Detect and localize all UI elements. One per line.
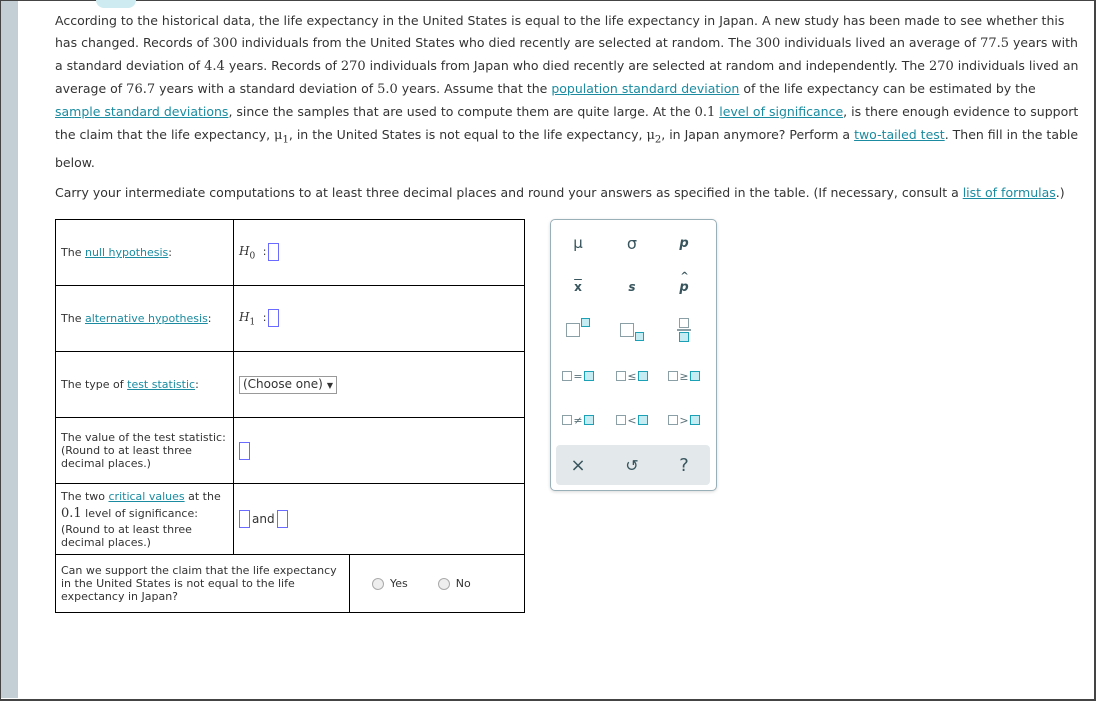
link-level-of-significance[interactable]: level of significance <box>719 104 843 119</box>
fraction-bar-icon <box>677 329 691 331</box>
link-test-statistic[interactable]: test statistic <box>127 378 195 391</box>
test-statistic-value-input[interactable] <box>239 441 250 460</box>
subscript-box-icon <box>635 331 644 341</box>
link-sample-standard-deviations[interactable]: sample standard deviations <box>55 104 228 119</box>
radio-no[interactable]: No <box>437 577 471 590</box>
test-statistic-select[interactable]: (Choose one) ▼ <box>239 375 337 394</box>
instructions-paragraph: Carry your intermediate computations to … <box>55 184 1065 200</box>
alternative-hypothesis-label: The alternative hypothesis: <box>55 285 234 352</box>
help-icon[interactable]: ? <box>664 451 704 479</box>
exponent-box-icon <box>581 317 590 327</box>
equals-button[interactable]: = <box>558 362 598 390</box>
test-statistic-type-cell: (Choose one) ▼ <box>233 351 525 418</box>
link-null-hypothesis[interactable]: null hypothesis <box>85 246 168 259</box>
conclusion-options: Yes No <box>350 555 524 612</box>
h1-symbol: H1 <box>239 310 256 328</box>
conclusion-question: Can we support the claim that the life e… <box>56 555 350 612</box>
critical-values-cell: and <box>233 483 525 555</box>
table-row-test-statistic-value: The value of the test statistic: (Round t… <box>55 417 525 484</box>
left-sidebar-strip <box>1 1 18 698</box>
math-symbol-palette: μ σ p x s ^ p = ≤ ≥ ≠ < > × ↺ ? <box>550 219 717 491</box>
problem-statement: According to the historical data, the li… <box>55 10 1085 204</box>
link-critical-values[interactable]: critical values <box>109 490 185 503</box>
null-hypothesis-cell: H0 : <box>233 219 525 286</box>
critical-value-1-input[interactable] <box>239 510 250 528</box>
table-row-null-hypothesis: The null hypothesis: H0 : <box>55 219 525 286</box>
link-population-standard-deviation[interactable]: population standard deviation <box>551 81 739 96</box>
table-row-test-statistic-type: The type of test statistic: (Choose one)… <box>55 351 525 418</box>
critical-values-label: The two critical values at the 0.1 level… <box>55 483 234 555</box>
alternative-hypothesis-input[interactable] <box>268 309 280 328</box>
dropdown-arrow-icon: ▼ <box>326 380 333 390</box>
not-equal-button[interactable]: ≠ <box>558 406 598 434</box>
p-button[interactable]: p <box>664 229 704 257</box>
subscript-button[interactable] <box>612 316 652 344</box>
radio-circle-icon <box>372 578 384 590</box>
table-row-critical-values: The two critical values at the 0.1 level… <box>55 483 525 555</box>
mu-button[interactable]: μ <box>558 229 598 257</box>
test-statistic-value-cell <box>233 417 525 484</box>
link-two-tailed-test[interactable]: two-tailed test <box>854 127 945 142</box>
table-row-conclusion: Can we support the claim that the life e… <box>55 554 525 613</box>
palette-footer: × ↺ ? <box>556 445 710 485</box>
null-hypothesis-input[interactable] <box>268 243 280 262</box>
null-hypothesis-label: The null hypothesis: <box>55 219 234 286</box>
superscript-button[interactable] <box>558 316 598 344</box>
radio-circle-icon <box>437 578 450 590</box>
s-button[interactable]: s <box>612 273 652 301</box>
link-list-of-formulas[interactable]: list of formulas <box>963 185 1056 200</box>
undo-icon[interactable]: ↺ <box>612 451 652 479</box>
mu2-symbol: μ2 <box>646 128 662 146</box>
phat-button[interactable]: ^ p <box>664 271 704 301</box>
less-than-button[interactable]: < <box>612 406 652 434</box>
base-box-icon <box>620 323 634 337</box>
greater-than-button[interactable]: > <box>664 406 704 434</box>
h0-symbol: H0 <box>239 244 256 262</box>
xbar-button[interactable]: x <box>558 273 598 301</box>
clear-icon[interactable]: × <box>558 451 598 479</box>
test-statistic-type-label: The type of test statistic: <box>55 351 234 418</box>
problem-paragraph: According to the historical data, the li… <box>55 13 1079 170</box>
sigma-button[interactable]: σ <box>612 229 652 257</box>
top-tab-handle[interactable] <box>96 0 136 8</box>
mu1-symbol: μ1 <box>274 128 289 146</box>
radio-yes[interactable]: Yes <box>372 577 408 590</box>
fraction-button[interactable] <box>664 316 704 344</box>
critical-value-2-input[interactable] <box>276 510 288 528</box>
less-equal-button[interactable]: ≤ <box>612 362 652 390</box>
table-row-alternative-hypothesis: The alternative hypothesis: H1 : <box>55 285 525 352</box>
link-alternative-hypothesis[interactable]: alternative hypothesis <box>85 312 208 325</box>
answer-table: The null hypothesis: H0 : The alternativ… <box>55 219 525 613</box>
alternative-hypothesis-cell: H1 : <box>233 285 525 352</box>
base-box-icon <box>566 323 580 337</box>
greater-equal-button[interactable]: ≥ <box>664 362 704 390</box>
test-statistic-value-label: The value of the test statistic: (Round t… <box>55 417 234 484</box>
